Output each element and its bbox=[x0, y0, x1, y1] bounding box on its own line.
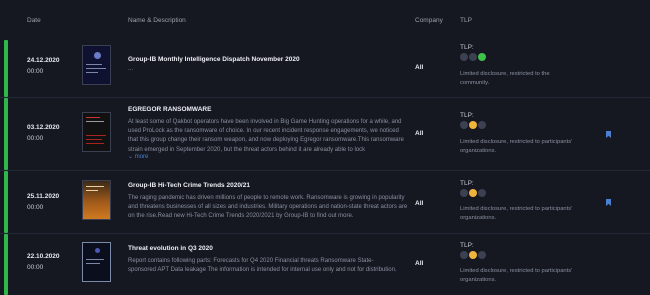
report-description: The raging pandemic has driven millions … bbox=[128, 195, 408, 220]
cover-line bbox=[86, 121, 104, 122]
report-cover-icon[interactable] bbox=[82, 112, 111, 152]
report-title[interactable]: Group-IB Hi-Tech Crime Trends 2020/21 bbox=[128, 182, 250, 189]
tlp-dot-green bbox=[478, 121, 486, 129]
cover-line bbox=[86, 64, 102, 65]
row-status-bar bbox=[4, 234, 8, 295]
report-cover-icon[interactable] bbox=[82, 242, 111, 282]
tlp-dot-amber bbox=[469, 121, 477, 129]
report-title[interactable]: Group-IB Monthly Intelligence Dispatch N… bbox=[128, 56, 300, 63]
tlp-dot-red bbox=[460, 251, 468, 259]
chevron-down-icon: ⌄ bbox=[128, 154, 134, 160]
report-description: ... bbox=[128, 66, 134, 72]
report-cover-icon[interactable] bbox=[82, 45, 111, 85]
tlp-dot-red bbox=[460, 189, 468, 197]
row-company: All bbox=[415, 64, 424, 71]
report-description: At least some of Qakbot operators have b… bbox=[128, 119, 404, 153]
cover-line bbox=[86, 143, 104, 144]
more-label: more bbox=[134, 154, 149, 160]
tlp-description: Limited disclosure, restricted to the co… bbox=[460, 71, 550, 86]
column-header-name[interactable]: Name & Description bbox=[128, 17, 186, 24]
tlp-label: TLP: bbox=[460, 242, 474, 249]
report-description: Report contains following parts: Forecas… bbox=[128, 258, 397, 274]
row-date: 24.12.2020 bbox=[27, 57, 60, 64]
tlp-label: TLP: bbox=[460, 112, 474, 119]
row-date: 22.10.2020 bbox=[27, 253, 60, 260]
row-time: 00:00 bbox=[27, 68, 44, 75]
row-status-bar bbox=[4, 171, 8, 233]
row-company: All bbox=[415, 260, 424, 267]
tlp-description: Limited disclosure, restricted to partic… bbox=[460, 139, 573, 154]
row-company: All bbox=[415, 200, 424, 207]
column-header-tlp[interactable]: TLP bbox=[460, 17, 472, 24]
table-row[interactable]: 25.11.2020 00:00 Group-IB Hi-Tech Crime … bbox=[0, 171, 650, 234]
table-row[interactable]: 22.10.2020 00:00 Threat evolution in Q3 … bbox=[0, 234, 650, 295]
row-date: 25.11.2020 bbox=[27, 193, 60, 200]
tlp-description: Limited disclosure, restricted to partic… bbox=[460, 206, 573, 221]
cover-line bbox=[86, 117, 100, 118]
tlp-dot-green bbox=[478, 189, 486, 197]
report-title[interactable]: Threat evolution in Q3 2020 bbox=[128, 245, 213, 252]
table-row[interactable]: 03.12.2020 00:00 EGREGOR RANSOMWARE At l… bbox=[0, 98, 650, 171]
cover-line bbox=[86, 139, 102, 140]
bookmark-icon[interactable] bbox=[606, 199, 611, 206]
cover-line bbox=[86, 72, 98, 73]
row-date: 03.12.2020 bbox=[27, 124, 60, 131]
report-cover-icon[interactable] bbox=[82, 180, 111, 220]
tlp-dot-amber bbox=[469, 251, 477, 259]
tlp-dot-amber bbox=[469, 189, 477, 197]
tlp-dot-green bbox=[478, 53, 486, 61]
column-header-date[interactable]: Date bbox=[27, 17, 41, 24]
logo-icon bbox=[94, 52, 101, 59]
cover-line bbox=[86, 190, 98, 191]
tlp-dot-amber bbox=[469, 53, 477, 61]
row-status-bar bbox=[4, 40, 8, 97]
cover-line bbox=[86, 186, 104, 187]
report-title[interactable]: EGREGOR RANSOMWARE bbox=[128, 106, 211, 113]
row-time: 00:00 bbox=[27, 264, 44, 271]
cover-line bbox=[86, 263, 100, 264]
table-header: Date Name & Description Company TLP bbox=[0, 0, 650, 41]
cover-line bbox=[86, 135, 106, 136]
tlp-label: TLP: bbox=[460, 44, 474, 51]
bookmark-icon[interactable] bbox=[606, 131, 611, 138]
row-time: 00:00 bbox=[27, 204, 44, 211]
table-row[interactable]: 24.12.2020 00:00 Group-IB Monthly Intell… bbox=[0, 40, 650, 98]
row-status-bar bbox=[4, 98, 8, 170]
row-company: All bbox=[415, 130, 424, 137]
tlp-label: TLP: bbox=[460, 180, 474, 187]
column-header-company[interactable]: Company bbox=[415, 17, 443, 24]
logo-icon bbox=[95, 248, 100, 253]
tlp-dot-red bbox=[460, 53, 468, 61]
row-time: 00:00 bbox=[27, 135, 44, 142]
cover-line bbox=[86, 68, 106, 69]
tlp-dot-green bbox=[478, 251, 486, 259]
cover-line bbox=[86, 259, 104, 260]
more-link[interactable]: ⌄ more bbox=[128, 153, 148, 160]
tlp-description: Limited disclosure, restricted to partic… bbox=[460, 268, 573, 283]
tlp-dot-red bbox=[460, 121, 468, 129]
